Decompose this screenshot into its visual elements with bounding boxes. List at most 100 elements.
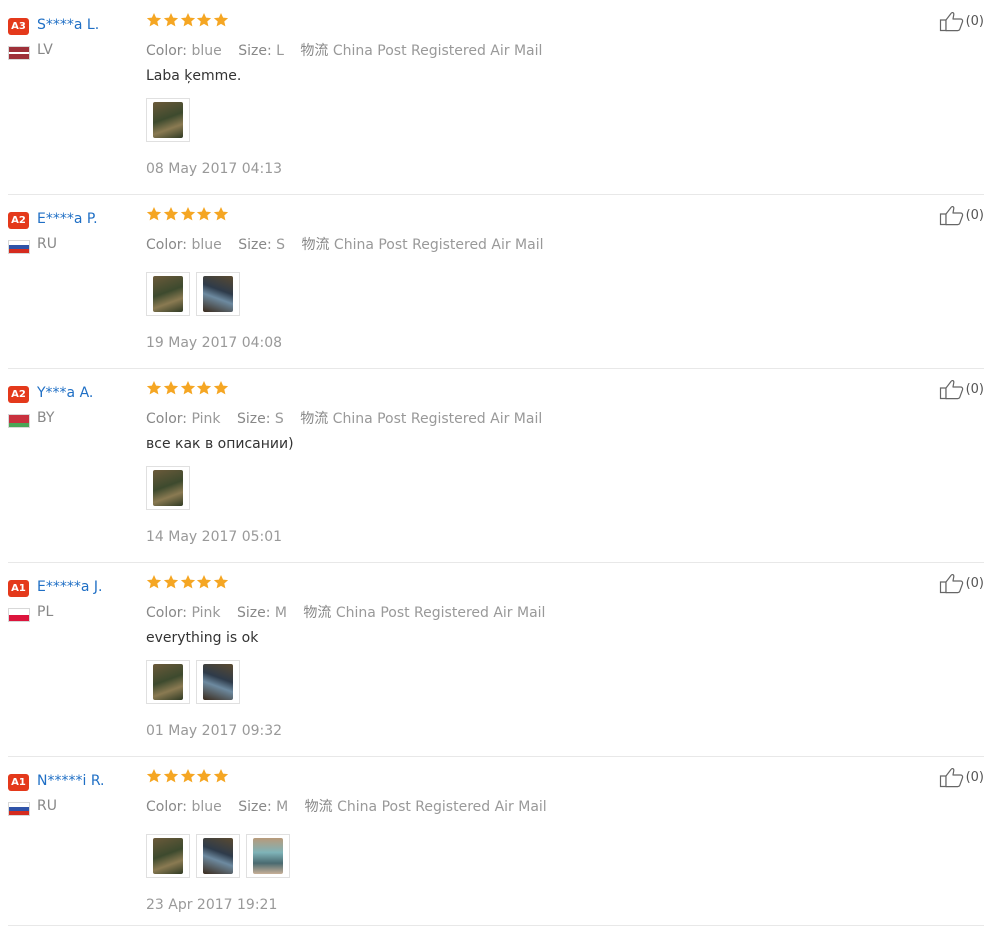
photo-image [253, 838, 283, 874]
star-icon [146, 206, 162, 221]
order-info: Color: blue Size: S 物流 China Post Regist… [146, 234, 544, 254]
color-value: Pink [191, 411, 221, 427]
thumbs-up-icon [939, 767, 963, 788]
star-icon [197, 12, 212, 27]
color-label: Color: [146, 237, 188, 253]
reviewer-country: BY [37, 410, 55, 426]
size-value: L [276, 43, 284, 59]
shipping-label: 物流 [301, 237, 330, 253]
star-icon [146, 12, 162, 27]
helpful-button[interactable]: (0) [939, 204, 984, 226]
star-icon [180, 380, 195, 395]
color-value: blue [191, 799, 222, 815]
photo-image [153, 664, 183, 700]
photo-image [153, 276, 183, 312]
helpful-button[interactable]: (0) [939, 766, 984, 788]
size-value: M [274, 605, 287, 621]
buyer-level-badge: A1 [8, 774, 29, 791]
country-flag-icon [8, 802, 30, 816]
shipping-value: China Post Registered Air Mail [333, 237, 544, 253]
country-flag-icon [8, 414, 30, 428]
star-icon [180, 12, 195, 27]
star-icon [163, 574, 178, 589]
color-value: blue [191, 237, 222, 253]
star-icon [214, 380, 229, 395]
review-item: A2 E****a P. RU Color: blue Size: S 物流 C… [8, 205, 984, 369]
star-icon [197, 574, 212, 589]
star-rating [146, 768, 230, 790]
color-value: Pink [191, 605, 221, 621]
star-icon [163, 206, 178, 221]
thumbs-up-icon [939, 573, 963, 594]
star-icon [214, 206, 229, 221]
review-photos [146, 98, 196, 144]
helpful-button[interactable]: (0) [939, 378, 984, 400]
photo-image [203, 838, 233, 874]
reviewer-country: RU [37, 798, 57, 814]
review-photo-thumbnail[interactable] [196, 272, 240, 316]
reviewer-name-link[interactable]: S****a L. [37, 17, 99, 33]
review-text: everything is ok [146, 630, 259, 646]
review-photo-thumbnail[interactable] [246, 834, 290, 878]
star-rating [146, 12, 230, 34]
helpful-count: (0) [965, 381, 984, 397]
review-item: A1 E*****a J. PL Color: Pink Size: M 物流 … [8, 573, 984, 757]
helpful-button[interactable]: (0) [939, 572, 984, 594]
helpful-button[interactable]: (0) [939, 10, 984, 32]
shipping-label: 物流 [300, 411, 329, 427]
review-photos [146, 272, 246, 318]
star-icon [180, 574, 195, 589]
review-photo-thumbnail[interactable] [146, 466, 190, 510]
reviewer-name-link[interactable]: Y***a A. [37, 385, 93, 401]
order-info: Color: Pink Size: M 物流 China Post Regist… [146, 602, 545, 622]
size-value: S [274, 411, 284, 427]
review-photo-thumbnail[interactable] [146, 834, 190, 878]
review-text: Laba ķemme. [146, 68, 242, 84]
review-photo-thumbnail[interactable] [196, 834, 240, 878]
review-photo-thumbnail[interactable] [146, 660, 190, 704]
reviewer-country: RU [37, 236, 57, 252]
shipping-value: China Post Registered Air Mail [337, 799, 547, 815]
star-icon [214, 12, 229, 27]
star-rating [146, 380, 230, 402]
review-photo-thumbnail[interactable] [196, 660, 240, 704]
color-label: Color: [146, 799, 188, 815]
star-rating [146, 206, 230, 228]
color-value: blue [191, 43, 222, 59]
review-photo-thumbnail[interactable] [146, 272, 190, 316]
reviewer-country: LV [37, 42, 53, 58]
reviewer-name-link[interactable]: N*****i R. [37, 773, 105, 789]
star-icon [163, 768, 178, 783]
color-label: Color: [146, 605, 188, 621]
buyer-level-badge: A2 [8, 386, 29, 403]
review-photo-thumbnail[interactable] [146, 98, 190, 142]
star-icon [163, 12, 178, 27]
star-icon [197, 768, 212, 783]
review-date: 01 May 2017 09:32 [146, 723, 283, 739]
buyer-level-badge: A2 [8, 212, 29, 229]
reviewer-name-link[interactable]: E****a P. [37, 211, 98, 227]
size-label: Size: [236, 411, 271, 427]
helpful-count: (0) [965, 769, 984, 785]
shipping-label: 物流 [304, 799, 333, 815]
star-icon [146, 768, 162, 783]
helpful-count: (0) [965, 575, 984, 591]
thumbs-up-icon [939, 205, 963, 226]
star-icon [180, 768, 195, 783]
shipping-value: China Post Registered Air Mail [335, 605, 546, 621]
photo-image [203, 276, 233, 312]
star-icon [214, 574, 229, 589]
photo-image [153, 102, 183, 138]
photo-image [203, 664, 233, 700]
thumbs-up-icon [939, 11, 963, 32]
review-photos [146, 466, 196, 512]
reviewer-country: PL [37, 604, 54, 620]
reviewer-name-link[interactable]: E*****a J. [37, 579, 102, 595]
review-photos [146, 660, 246, 706]
order-info: Color: Pink Size: S 物流 China Post Regist… [146, 408, 542, 428]
star-icon [146, 380, 162, 395]
review-item: A3 S****a L. LV Color: blue Size: L 物流 C… [8, 11, 984, 195]
star-icon [197, 380, 212, 395]
size-value: S [276, 237, 286, 253]
country-flag-icon [8, 46, 30, 60]
